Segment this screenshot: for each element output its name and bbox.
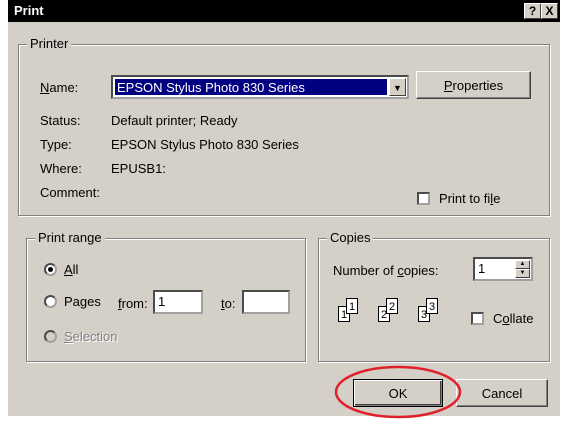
ok-highlight-circle (334, 365, 462, 419)
highlight-overlay (334, 365, 462, 419)
